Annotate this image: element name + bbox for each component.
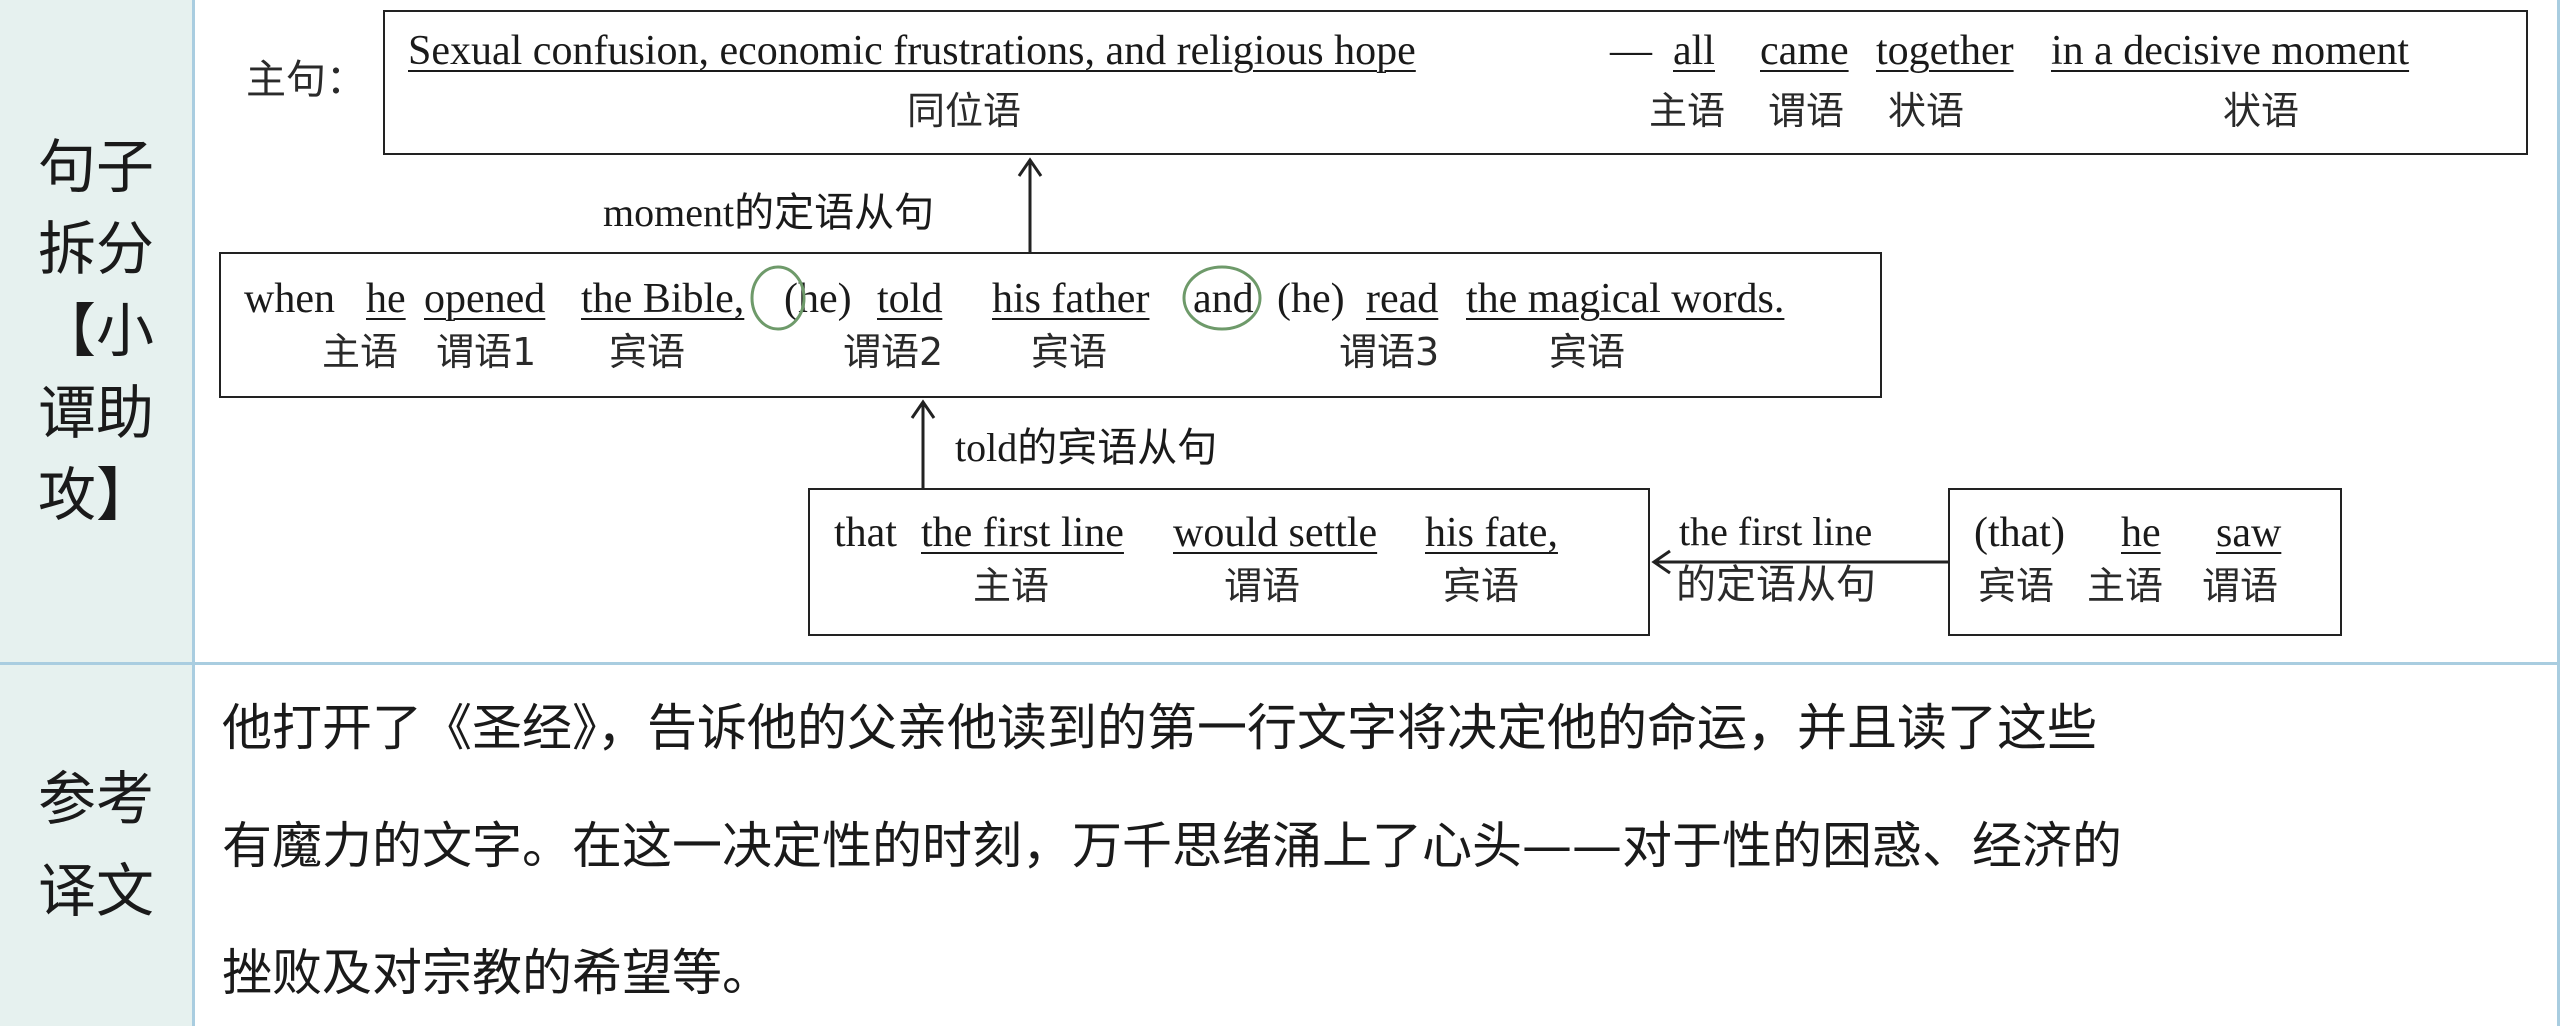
translation-line: 挫败及对宗教的希望等。 — [222, 944, 772, 1002]
highlight-circle-and — [1182, 265, 1262, 331]
highlight-circle-comma — [750, 265, 806, 331]
page: 句子 拆分 【小 谭助 攻】 参考 译文 主句： Sexual confusio… — [0, 0, 2560, 1026]
translation-line: 他打开了《圣经》，告诉他的父亲他读到的第一行文字将决定他的命运，并且读了这些 — [222, 699, 2097, 757]
translation-line: 有魔力的文字。在这一决定性的时刻，万千思绪涌上了心头——对于性的困惑、经济的 — [222, 817, 2122, 875]
